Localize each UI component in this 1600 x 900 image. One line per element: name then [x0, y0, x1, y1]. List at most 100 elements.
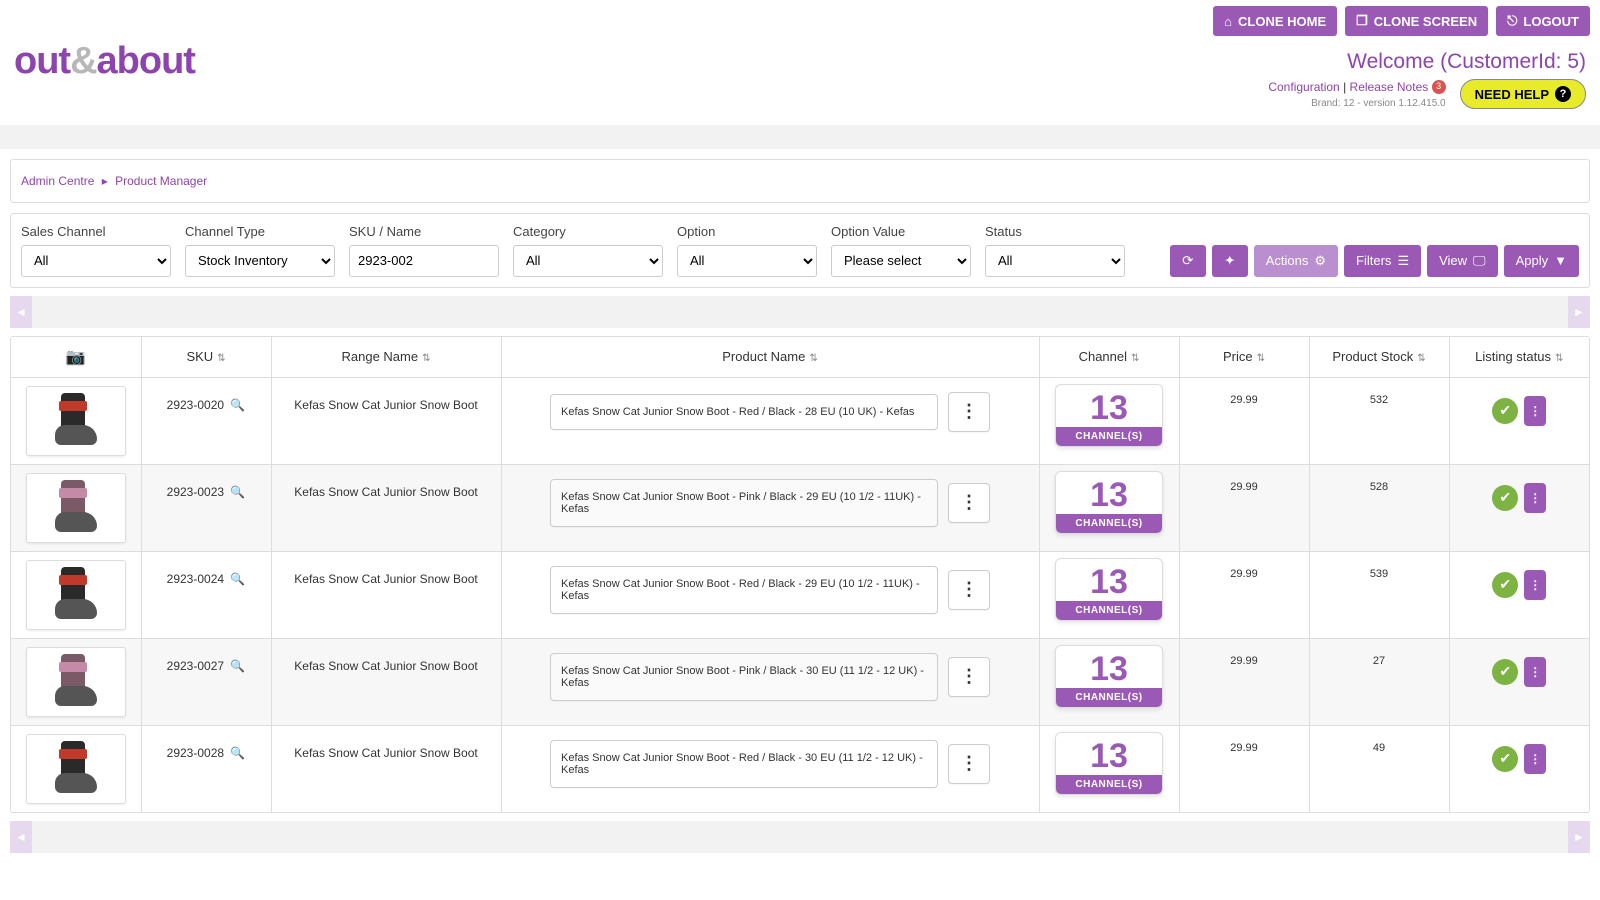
filter-icon: ▼: [1554, 253, 1567, 268]
product-thumbnail[interactable]: [26, 560, 126, 630]
row-menu-button[interactable]: ⋮: [948, 483, 990, 523]
page-next-button[interactable]: ►: [1568, 296, 1590, 328]
product-name-input[interactable]: Kefas Snow Cat Junior Snow Boot - Pink /…: [550, 653, 938, 701]
channel-count: 13: [1056, 559, 1162, 601]
status-ok-icon: ✔: [1492, 398, 1518, 424]
col-image[interactable]: 📷: [11, 337, 141, 378]
filters-button[interactable]: Filters ☰: [1344, 245, 1421, 277]
range-name-text: Kefas Snow Cat Junior Snow Boot: [294, 746, 477, 760]
row-menu-button[interactable]: ⋮: [948, 744, 990, 784]
help-icon: ?: [1555, 86, 1571, 102]
configuration-link[interactable]: Configuration: [1268, 80, 1339, 94]
product-thumbnail[interactable]: [26, 473, 126, 543]
status-menu-button[interactable]: ⋮: [1524, 657, 1546, 687]
channel-card[interactable]: 13 CHANNEL(S): [1055, 732, 1163, 795]
status-select[interactable]: All: [985, 245, 1125, 277]
sku-text: 2923-0027: [167, 659, 224, 673]
zoom-icon[interactable]: 🔍: [230, 572, 245, 586]
release-notes-badge: 3: [1432, 80, 1446, 94]
breadcrumb-product-manager[interactable]: Product Manager: [115, 174, 207, 188]
release-notes-link[interactable]: Release Notes: [1350, 80, 1429, 94]
product-name-input[interactable]: Kefas Snow Cat Junior Snow Boot - Red / …: [550, 740, 938, 788]
channel-card[interactable]: 13 CHANNEL(S): [1055, 384, 1163, 447]
sku-name-label: SKU / Name: [349, 224, 499, 239]
row-menu-button[interactable]: ⋮: [948, 392, 990, 432]
page-prev-button[interactable]: ◄: [10, 296, 32, 328]
zoom-icon[interactable]: 🔍: [230, 485, 245, 499]
product-thumbnail[interactable]: [26, 734, 126, 804]
sort-icon: ⇅: [217, 353, 225, 364]
col-price[interactable]: Price⇅: [1179, 337, 1309, 378]
view-button[interactable]: View 🖵: [1427, 245, 1498, 277]
stock-text: 27: [1373, 655, 1385, 667]
page-next-button-bottom[interactable]: ►: [1568, 821, 1590, 853]
category-select[interactable]: All: [513, 245, 663, 277]
col-range[interactable]: Range Name⇅: [271, 337, 501, 378]
channel-count: 13: [1056, 472, 1162, 514]
clone-home-button[interactable]: ⌂ CLONE HOME: [1213, 6, 1337, 36]
status-menu-button[interactable]: ⋮: [1524, 744, 1546, 774]
sort-icon: ⇅: [422, 353, 430, 364]
logout-button[interactable]: ⎋ LOGOUT: [1496, 6, 1590, 36]
channel-card[interactable]: 13 CHANNEL(S): [1055, 558, 1163, 621]
status-ok-icon: ✔: [1492, 485, 1518, 511]
kebab-icon: ⋮: [960, 753, 978, 774]
option-value-select[interactable]: Please select: [831, 245, 971, 277]
breadcrumb: Admin Centre ▸ Product Manager: [10, 159, 1590, 203]
channel-card[interactable]: 13 CHANNEL(S): [1055, 471, 1163, 534]
channel-type-select[interactable]: Stock Inventory: [185, 245, 335, 277]
chevron-right-icon: ►: [1573, 305, 1585, 319]
chevron-left-icon: ◄: [15, 830, 27, 844]
channel-label: CHANNEL(S): [1056, 514, 1162, 533]
product-name-input[interactable]: Kefas Snow Cat Junior Snow Boot - Red / …: [550, 394, 938, 430]
breadcrumb-admin-centre[interactable]: Admin Centre: [21, 174, 94, 188]
sales-channel-select[interactable]: All: [21, 245, 171, 277]
sort-icon: ⇅: [1257, 353, 1265, 364]
table-row: 2923-0020 🔍 Kefas Snow Cat Junior Snow B…: [11, 377, 1589, 464]
row-menu-button[interactable]: ⋮: [948, 657, 990, 697]
option-select[interactable]: All: [677, 245, 817, 277]
zoom-icon[interactable]: 🔍: [230, 659, 245, 673]
channel-card[interactable]: 13 CHANNEL(S): [1055, 645, 1163, 708]
col-channel[interactable]: Channel⇅: [1039, 337, 1179, 378]
kebab-icon: ⋮: [960, 401, 978, 422]
col-listing-status[interactable]: Listing status⇅: [1449, 337, 1589, 378]
status-menu-button[interactable]: ⋮: [1524, 396, 1546, 426]
clone-home-label: CLONE HOME: [1238, 14, 1326, 29]
price-text: 29.99: [1230, 481, 1258, 493]
row-menu-button[interactable]: ⋮: [948, 570, 990, 610]
status-menu-button[interactable]: ⋮: [1524, 483, 1546, 513]
home-icon: ⌂: [1224, 14, 1232, 29]
copy-icon: ❐: [1356, 13, 1368, 29]
product-name-input[interactable]: Kefas Snow Cat Junior Snow Boot - Red / …: [550, 566, 938, 614]
kebab-icon: ⋮: [1529, 665, 1541, 679]
table-row: 2923-0024 🔍 Kefas Snow Cat Junior Snow B…: [11, 551, 1589, 638]
col-sku[interactable]: SKU⇅: [141, 337, 271, 378]
sort-icon: ⇅: [1555, 353, 1563, 364]
need-help-button[interactable]: NEED HELP ?: [1460, 79, 1586, 109]
product-thumbnail[interactable]: [26, 386, 126, 456]
product-table: 📷 SKU⇅ Range Name⇅ Product Name⇅ Channel…: [11, 337, 1589, 812]
sku-text: 2923-0023: [167, 485, 224, 499]
col-stock[interactable]: Product Stock⇅: [1309, 337, 1449, 378]
expand-button[interactable]: ✦: [1212, 245, 1248, 277]
logo: out&about: [14, 40, 195, 83]
sku-text: 2923-0024: [167, 572, 224, 586]
range-name-text: Kefas Snow Cat Junior Snow Boot: [294, 572, 477, 586]
clone-screen-button[interactable]: ❐ CLONE SCREEN: [1345, 6, 1488, 36]
status-menu-button[interactable]: ⋮: [1524, 570, 1546, 600]
page-prev-button-bottom[interactable]: ◄: [10, 821, 32, 853]
product-name-input[interactable]: Kefas Snow Cat Junior Snow Boot - Pink /…: [550, 479, 938, 527]
refresh-button[interactable]: ⟳: [1170, 245, 1206, 277]
zoom-icon[interactable]: 🔍: [230, 398, 245, 412]
product-thumbnail[interactable]: [26, 647, 126, 717]
col-name[interactable]: Product Name⇅: [501, 337, 1039, 378]
kebab-icon: ⋮: [1529, 404, 1541, 418]
channel-label: CHANNEL(S): [1056, 427, 1162, 446]
actions-button[interactable]: Actions ⚙: [1254, 245, 1338, 277]
apply-button[interactable]: Apply ▼: [1504, 245, 1579, 277]
option-label: Option: [677, 224, 817, 239]
expand-icon: ✦: [1224, 253, 1235, 269]
zoom-icon[interactable]: 🔍: [230, 746, 245, 760]
sku-name-input[interactable]: [349, 245, 499, 277]
